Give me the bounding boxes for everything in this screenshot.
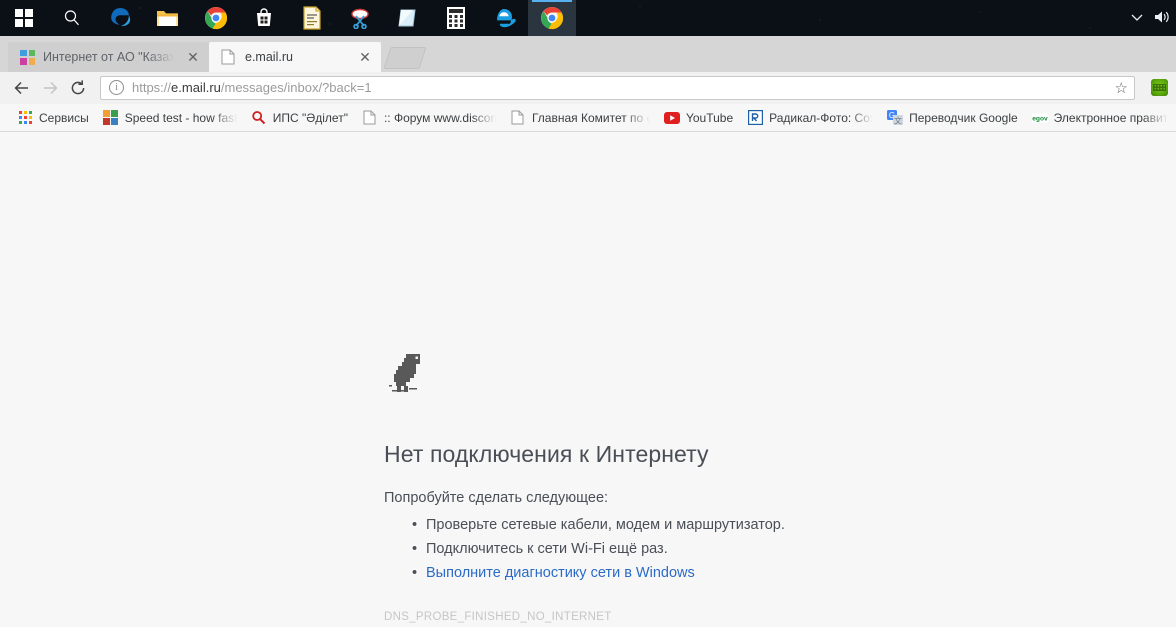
bookmark-label: Главная Комитет по с (532, 111, 650, 125)
system-tray (1130, 0, 1176, 36)
windows-taskbar (0, 0, 1176, 36)
browser-toolbar: i https://e.mail.ru/messages/inbox/?back… (0, 72, 1176, 104)
edge-icon (108, 6, 132, 30)
bookmark-label: Переводчик Google (909, 111, 1018, 125)
bookmark-label: YouTube (686, 111, 733, 125)
close-icon[interactable]: ✕ (357, 49, 373, 65)
page-content: Нет подключения к Интернету Попробуйте с… (0, 132, 1176, 626)
folder-icon (156, 7, 180, 29)
tab-title: e.mail.ru (245, 50, 293, 64)
internet-explorer-icon (492, 6, 516, 30)
list-item: Подключитесь к сети Wi-Fi ещё раз. (384, 537, 984, 561)
red-search-icon (251, 110, 267, 126)
star-icon[interactable]: ☆ (1115, 79, 1128, 97)
list-item[interactable]: Выполните диагностику сети в Windows (384, 561, 984, 585)
bookmark-egov[interactable]: egov Электронное правит (1025, 107, 1176, 129)
egov-icon: egov (1032, 110, 1048, 126)
tab-inactive[interactable]: Интернет от АО "Казахт ✕ (8, 42, 209, 72)
address-bar[interactable]: i https://e.mail.ru/messages/inbox/?back… (100, 76, 1135, 100)
page-icon (362, 110, 378, 126)
apps-grid-icon (17, 110, 33, 126)
taskbar-file-explorer[interactable] (144, 0, 192, 36)
arrow-right-icon (41, 79, 59, 97)
search-button[interactable] (48, 0, 96, 36)
bookmark-youtube[interactable]: YouTube (657, 107, 740, 129)
start-button[interactable] (0, 0, 48, 36)
bookmark-google-translate[interactable]: G 文 Переводчик Google (880, 107, 1025, 129)
calculator-icon (446, 6, 466, 30)
taskbar-notes-app[interactable] (288, 0, 336, 36)
tab-active[interactable]: e.mail.ru ✕ (209, 42, 381, 72)
speedtest-icon (103, 110, 119, 126)
taskbar-chrome[interactable] (192, 0, 240, 36)
bookmark-radikal-foto[interactable]: Радикал-Фото: Созда (740, 107, 880, 129)
forward-button[interactable] (36, 74, 64, 102)
bookmark-label: ИПС "Әділет" (273, 111, 348, 125)
chevron-up-icon[interactable] (1130, 10, 1144, 26)
search-icon (62, 8, 82, 28)
svg-text:egov: egov (1032, 115, 1048, 122)
taskbar-store[interactable] (240, 0, 288, 36)
arrow-left-icon (13, 79, 31, 97)
bookmark-services[interactable]: Сервисы (10, 107, 96, 129)
error-code: DNS_PROBE_FINISHED_NO_INTERNET (384, 611, 984, 623)
taskbar-snipping-tool[interactable] (336, 0, 384, 36)
page-icon (510, 110, 526, 126)
bookmark-label: Электронное правит (1054, 111, 1169, 125)
reload-icon (69, 79, 87, 97)
svg-text:文: 文 (894, 116, 902, 126)
bookmark-ips-adilet[interactable]: ИПС "Әділет" (244, 107, 355, 129)
back-button[interactable] (8, 74, 36, 102)
document-icon (301, 6, 323, 30)
tab-strip: Интернет от АО "Казахт ✕ e.mail.ru ✕ (0, 36, 1176, 72)
taskbar-chrome-active[interactable] (528, 0, 576, 36)
dinosaur-icon (384, 352, 428, 398)
new-tab-button[interactable] (383, 47, 426, 69)
profile-avatar-icon[interactable] (1151, 79, 1168, 96)
info-circle-icon[interactable]: i (109, 80, 124, 95)
scissors-icon (348, 7, 372, 29)
bookmark-label: :: Форум www.discom (384, 111, 496, 125)
taskbar-calculator[interactable] (432, 0, 480, 36)
url-scheme: https:// (132, 80, 171, 95)
chrome-browser-window: Интернет от АО "Казахт ✕ e.mail.ru ✕ (0, 36, 1176, 627)
bookmark-label: Сервисы (39, 111, 89, 125)
suggestion-list: Проверьте сетевые кабели, модем и маршру… (384, 513, 984, 585)
suggestion-text: Проверьте сетевые кабели, модем и маршру… (426, 517, 785, 533)
youtube-icon (664, 110, 680, 126)
windows-logo-icon (15, 9, 33, 27)
bookmarks-bar: Сервисы Speed test - how fast ИПС "Ә (0, 104, 1176, 132)
taskbar-edge[interactable] (96, 0, 144, 36)
store-icon (253, 7, 275, 29)
suggestion-text: Подключитесь к сети Wi-Fi ещё раз. (426, 541, 668, 557)
chrome-icon (204, 6, 228, 30)
bookmark-label: Радикал-Фото: Созда (769, 111, 873, 125)
chrome-icon (540, 6, 564, 30)
sticky-note-icon (396, 7, 420, 29)
radikal-icon (747, 110, 763, 126)
tab-title: Интернет от АО "Казахт (43, 50, 175, 64)
microsoft-grid-icon (20, 50, 35, 65)
network-diagnostics-link[interactable]: Выполните диагностику сети в Windows (426, 565, 695, 581)
speaker-icon[interactable] (1154, 10, 1170, 26)
google-translate-icon: G 文 (887, 110, 903, 126)
list-item: Проверьте сетевые кабели, модем и маршру… (384, 513, 984, 537)
page-icon (221, 49, 237, 65)
bookmark-label: Speed test - how fast (125, 111, 237, 125)
bookmark-speed-test[interactable]: Speed test - how fast (96, 107, 244, 129)
network-error-page: Нет подключения к Интернету Попробуйте с… (384, 352, 984, 623)
bookmark-forum-discom[interactable]: :: Форум www.discom (355, 107, 503, 129)
page-title: Нет подключения к Интернету (384, 441, 984, 468)
url-path: /messages/inbox/?back=1 (221, 80, 372, 95)
taskbar-sticky-notes[interactable] (384, 0, 432, 36)
taskbar-internet-explorer[interactable] (480, 0, 528, 36)
error-lead-text: Попробуйте сделать следующее: (384, 490, 984, 506)
bookmark-glavnaya-komitet[interactable]: Главная Комитет по с (503, 107, 657, 129)
reload-button[interactable] (64, 74, 92, 102)
close-icon[interactable]: ✕ (185, 49, 201, 65)
url-host: e.mail.ru (171, 80, 221, 95)
